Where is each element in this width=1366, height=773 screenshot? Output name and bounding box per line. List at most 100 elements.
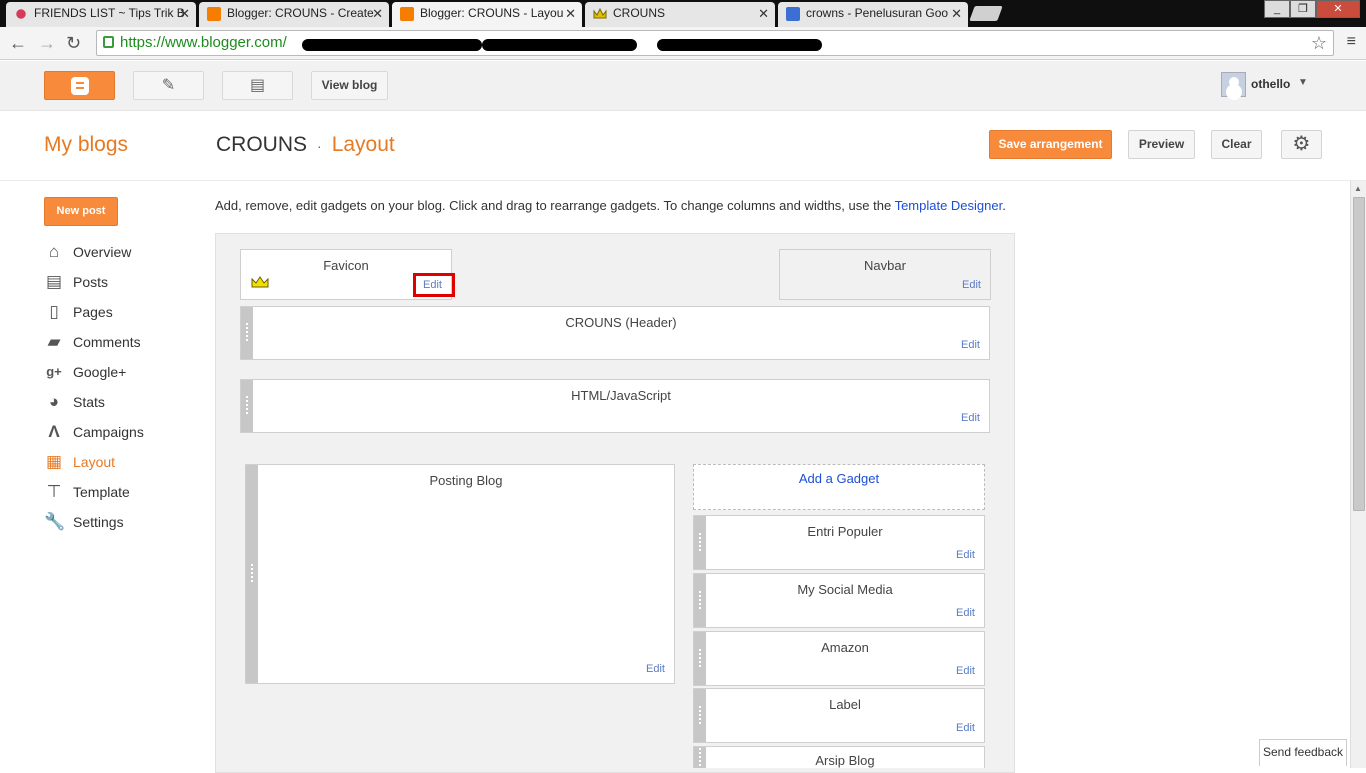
edit-link[interactable]: Edit [961, 412, 980, 424]
blogger-home-button[interactable] [44, 71, 115, 100]
gadget-navbar[interactable]: Navbar Edit [779, 249, 991, 300]
browser-tab-active[interactable]: Blogger: CROUNS - Layou ✕ [392, 2, 582, 27]
url-text: https://www.blogger.com/ [120, 34, 287, 51]
chrome-menu-icon[interactable]: ≡ [1347, 33, 1356, 51]
close-window-icon[interactable]: ✕ [1316, 0, 1360, 18]
template-designer-link[interactable]: Template Designer [895, 198, 1003, 213]
comments-icon: ▰ [47, 332, 61, 351]
drag-handle[interactable] [246, 465, 258, 683]
close-icon[interactable]: ✕ [372, 6, 383, 22]
gadget-title: Navbar [864, 258, 906, 273]
add-gadget-button[interactable]: Add a Gadget [693, 464, 985, 510]
preview-button[interactable]: Preview [1128, 130, 1195, 159]
minimize-icon[interactable]: _ [1264, 0, 1290, 18]
drag-handle[interactable] [241, 307, 253, 359]
scroll-up-icon[interactable]: ▲ [1354, 184, 1362, 193]
gadget-entri-populer[interactable]: Entri Populer Edit [693, 515, 985, 570]
template-icon: ⊤ [46, 482, 62, 501]
drag-handle[interactable] [694, 632, 706, 685]
tab-title: Blogger: CROUNS - Create [227, 6, 374, 20]
tab-title: Blogger: CROUNS - Layou [420, 6, 564, 20]
page-header: My blogs CROUNS · Layout Save arrangement … [0, 111, 1366, 181]
gadget-title: Label [829, 697, 861, 712]
edit-link[interactable]: Edit [956, 607, 975, 619]
gadget-title: Posting Blog [429, 473, 503, 488]
edit-link[interactable]: Edit [956, 722, 975, 734]
browser-tab-strip: FRIENDS LIST ~ Tips Trik B ✕ Blogger: CR… [0, 0, 1366, 27]
drag-handle[interactable] [694, 516, 706, 569]
sidebar-item-label: Posts [73, 274, 109, 290]
user-name: othello [1251, 77, 1291, 91]
sidebar-item-label: Overview [73, 244, 132, 260]
my-blogs-link[interactable]: My blogs [44, 133, 128, 157]
scrollbar-thumb[interactable] [1353, 197, 1365, 511]
tab-title: FRIENDS LIST ~ Tips Trik B [34, 6, 185, 20]
new-tab-button[interactable] [969, 6, 1003, 21]
close-icon[interactable]: ✕ [758, 6, 769, 22]
gadget-html-javascript[interactable]: HTML/JavaScript Edit [240, 379, 990, 433]
avatar [1221, 72, 1246, 97]
gadget-my-social-media[interactable]: My Social Media Edit [693, 573, 985, 628]
gear-icon[interactable]: ⚙ [1281, 130, 1322, 159]
posts-list-button[interactable]: ▤ [222, 71, 293, 100]
blogger-icon [400, 7, 414, 21]
drag-handle[interactable] [241, 380, 253, 432]
sidebar-item-label: Stats [73, 394, 105, 410]
gadget-title: Entri Populer [807, 524, 883, 539]
gadget-label[interactable]: Label Edit [693, 688, 985, 743]
redaction-mark [482, 39, 637, 51]
drag-handle[interactable] [694, 689, 706, 742]
sidebar-item-label: Comments [73, 334, 141, 350]
close-icon[interactable]: ✕ [951, 6, 962, 22]
posts-icon: ▤ [45, 272, 63, 291]
reload-icon[interactable]: ↻ [66, 33, 81, 53]
view-blog-button[interactable]: View blog [311, 71, 388, 100]
close-icon[interactable]: ✕ [179, 6, 190, 22]
edit-link[interactable]: Edit [961, 339, 980, 351]
gadget-header[interactable]: CROUNS (Header) Edit [240, 306, 990, 360]
sidebar-item-label: Layout [73, 454, 116, 470]
clear-button[interactable]: Clear [1211, 130, 1262, 159]
drag-handle[interactable] [694, 574, 706, 627]
blogger-icon [207, 7, 221, 21]
browser-tab[interactable]: CROUNS ✕ [585, 2, 775, 27]
edit-link[interactable]: Edit [956, 665, 975, 677]
gadget-title: CROUNS (Header) [565, 315, 677, 330]
tab-title: crowns - Penelusuran Goo [806, 6, 949, 20]
close-icon[interactable]: ✕ [565, 6, 576, 22]
send-feedback-button[interactable]: Send feedback [1259, 739, 1347, 766]
drag-handle[interactable] [694, 747, 706, 768]
gadget-arsip-blog[interactable]: Arsip Blog [693, 746, 985, 768]
google-icon [786, 7, 800, 21]
gadget-posting-blog[interactable]: Posting Blog Edit [245, 464, 675, 684]
save-arrangement-button[interactable]: Save arrangement [989, 130, 1112, 159]
blogger-logo-icon [70, 77, 89, 95]
forward-icon[interactable]: → [38, 33, 56, 53]
chevron-down-icon: ▼ [1298, 77, 1308, 88]
sidebar-item-label: Google+ [73, 364, 127, 380]
sidebar-item-label: Pages [73, 304, 113, 320]
breadcrumb-separator: · [317, 138, 322, 154]
edit-link[interactable]: Edit [646, 663, 665, 675]
browser-tab[interactable]: Blogger: CROUNS - Create ✕ [199, 2, 389, 27]
posts-icon: ▤ [249, 77, 266, 94]
maximize-icon[interactable]: ❐ [1290, 0, 1316, 18]
edit-link[interactable]: Edit [956, 549, 975, 561]
bookmark-star-icon[interactable]: ☆ [1311, 33, 1327, 54]
stats-icon: ◕ [48, 392, 60, 411]
browser-toolbar: ← → ↻ https://www.blogger.com/ ☆ ≡ [0, 27, 1366, 60]
page-scrollbar[interactable]: ▲ [1350, 181, 1366, 768]
lock-icon [103, 36, 114, 48]
edit-link[interactable]: Edit [962, 279, 981, 291]
new-post-button[interactable]: New post [44, 197, 118, 226]
new-post-pencil-button[interactable]: ✎ [133, 71, 204, 100]
instructions-period: . [1002, 198, 1006, 213]
campaigns-icon: Λ [48, 422, 60, 441]
highlight-box [413, 273, 455, 297]
gadget-amazon[interactable]: Amazon Edit [693, 631, 985, 686]
address-bar[interactable]: https://www.blogger.com/ ☆ [96, 30, 1334, 56]
blog-name: CROUNS [216, 133, 308, 156]
browser-tab[interactable]: crowns - Penelusuran Goo ✕ [778, 2, 968, 27]
back-icon[interactable]: ← [9, 33, 27, 53]
browser-tab[interactable]: FRIENDS LIST ~ Tips Trik B ✕ [6, 2, 196, 27]
